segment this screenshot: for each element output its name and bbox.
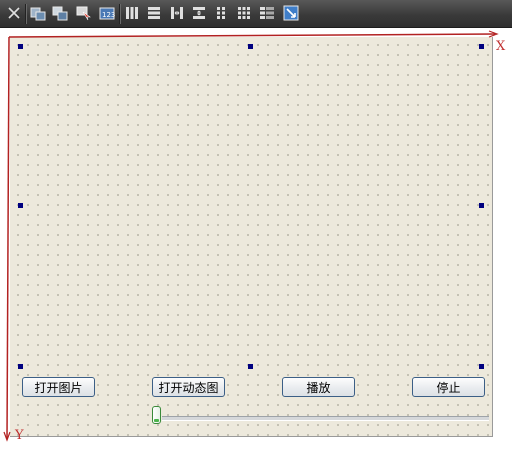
svg-text:123: 123	[102, 11, 115, 19]
layout-grid-icon[interactable]	[213, 5, 229, 21]
stop-button[interactable]: 停止	[412, 377, 485, 397]
form-widget[interactable]: 打开图片 打开动态图 播放 停止	[10, 37, 493, 437]
edit-buddies-icon[interactable]	[76, 5, 92, 21]
form-editor-toolbar: 123	[0, 0, 512, 28]
selection-handle-top[interactable]	[248, 44, 253, 49]
toolbar-separator	[25, 4, 27, 24]
selection-handle-bottom[interactable]	[248, 364, 253, 369]
selection-handle-left[interactable]	[18, 203, 23, 208]
tab-order-icon[interactable]: 123	[99, 5, 115, 21]
progress-slider-track[interactable]	[162, 416, 489, 421]
layout-h-splitter-icon[interactable]	[169, 5, 185, 21]
selection-handle-top-left[interactable]	[18, 44, 23, 49]
open-image-button[interactable]: 打开图片	[22, 377, 95, 397]
close-icon[interactable]	[6, 5, 22, 21]
progress-slider-handle[interactable]	[152, 406, 161, 424]
selection-handle-bottom-right[interactable]	[479, 364, 484, 369]
selection-handle-bottom-left[interactable]	[18, 364, 23, 369]
break-layout-icon[interactable]	[259, 5, 275, 21]
open-gif-button[interactable]: 打开动态图	[152, 377, 225, 397]
layout-form-icon[interactable]	[236, 5, 252, 21]
adjust-size-icon[interactable]	[283, 5, 299, 21]
layout-v-splitter-icon[interactable]	[191, 5, 207, 21]
selection-handle-right[interactable]	[479, 203, 484, 208]
layout-split-icon[interactable]	[52, 5, 68, 21]
toolbar-separator	[119, 4, 121, 24]
layout-widget-icon[interactable]	[30, 5, 46, 21]
layout-horizontal-icon[interactable]	[124, 5, 140, 21]
play-button[interactable]: 播放	[282, 377, 355, 397]
selection-handle-top-right[interactable]	[479, 44, 484, 49]
layout-vertical-icon[interactable]	[146, 5, 162, 21]
design-canvas: 打开图片 打开动态图 播放 停止	[0, 28, 512, 452]
